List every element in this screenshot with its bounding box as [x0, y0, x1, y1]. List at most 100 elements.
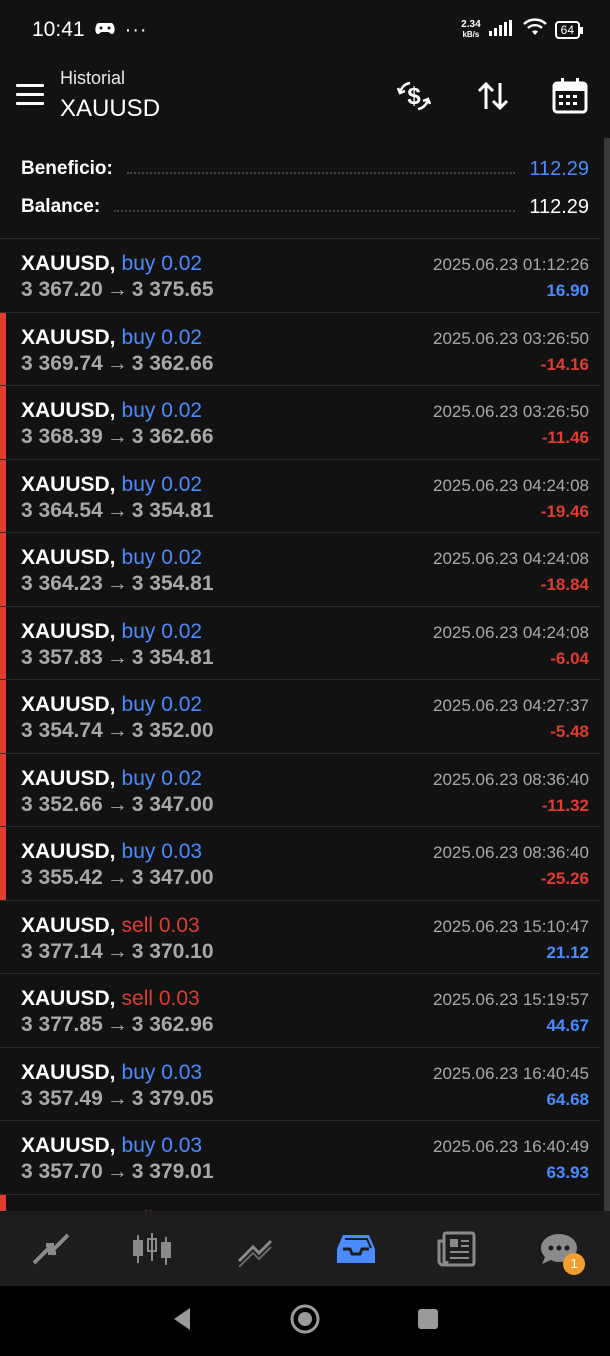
trade-row[interactable]: XAUUSD, sell 0.03 3 377.85 → 3 362.96 2025.06… [0, 974, 600, 1048]
trade-side-volume: buy 0.02 [121, 325, 203, 349]
trade-prices: 3 352.66 → 3 347.00 [21, 793, 214, 817]
trade-time: 2025.06.23 04:24:08 [433, 622, 589, 642]
trade-row[interactable]: XAUUSD, buy 0.03 3 357.49 → 3 379.05 2025.06.… [0, 1048, 600, 1121]
trade-side-volume: buy 0.02 [121, 472, 203, 496]
trade-profit: -6.04 [550, 648, 589, 668]
trade-side-volume: buy 0.03 [121, 1134, 203, 1157]
calendar-icon[interactable] [550, 76, 590, 116]
sort-icon[interactable] [473, 76, 513, 116]
close-price: 3 347.00 [131, 792, 214, 816]
trade-symbol: XAUUSD, [21, 693, 116, 716]
trade-side-volume: buy 0.02 [121, 399, 203, 422]
open-price: 3 364.23 [21, 572, 103, 595]
trade-row[interactable]: XAUUSD, sell 0.03 3 377.14 → 3 370.10 2025.06… [0, 901, 600, 974]
trade-symbol: XAUUSD, [21, 766, 116, 790]
trade-side-volume: sell 0.03 [121, 913, 200, 937]
open-price: 3 357.70 [21, 1160, 103, 1183]
trade-row[interactable]: XAUUSD, buy 0.02 3 352.66 → 3 347.00 2025.06.… [0, 753, 600, 827]
trade-symbol-line: XAUUSD,sell 0.03 [21, 987, 200, 1011]
chat-icon[interactable]: 1 [529, 1219, 589, 1279]
trade-profit: -18.84 [540, 575, 589, 594]
trade-prices: 3 364.54 → 3 354.81 [21, 499, 214, 523]
trade-symbol: XAUUSD, [21, 1060, 116, 1084]
trade-row[interactable]: XAUUSD, buy 0.02 3 369.74 → 3 362.66 2025.06.… [0, 312, 600, 386]
clock: 10:41 [32, 18, 85, 41]
account-summary: Beneficio: 112.29 Balance: 112.29 [0, 140, 600, 239]
scrollbar[interactable] [604, 138, 610, 1213]
arrow-right-icon: → [106, 572, 128, 595]
trade-prices: 3 377.85 → 3 362.96 [21, 1013, 214, 1037]
trade-row[interactable]: XAUUSD, buy 0.02 3 357.83 → 3 354.81 2025.06.… [0, 606, 600, 680]
trade-symbol: XAUUSD, [21, 472, 116, 496]
open-price: 3 354.74 [21, 719, 103, 742]
profit-row: Beneficio: 112.29 [21, 154, 589, 184]
trade-history-list[interactable]: XAUUSD, buy 0.02 3 367.20 → 3 375.65 2025.06.… [0, 239, 600, 1211]
trade-time: 2025.06.23 08:36:40 [433, 769, 589, 789]
currency-exchange-icon[interactable]: $ [394, 76, 434, 116]
trade-profit: 63.93 [546, 1163, 589, 1182]
page-title[interactable]: XAUUSD [60, 95, 160, 123]
arrow-right-icon: → [106, 351, 128, 375]
trade-symbol-line: XAUUSD, buy 0.02 [21, 399, 202, 423]
loss-marker [0, 680, 6, 753]
trade-row[interactable]: XAUUSD, buy 0.02 3 364.54 → 3 354.81 2025.06.… [0, 459, 600, 533]
trade-time: 2025.06.23 03:26:50 [433, 328, 589, 348]
menu-button[interactable] [16, 84, 44, 106]
trade-prices: 3 377.14 → 3 370.10 [21, 940, 214, 964]
open-price: 3 364.54 [21, 498, 103, 522]
trade-row[interactable]: XAUUSD, buy 0.02 3 368.39 → 3 362.66 2025.06.… [0, 386, 600, 460]
trade-symbol-line: XAUUSD, buy 0.02 [21, 620, 202, 644]
trade-time: 2025.06.23 01:12:26 [433, 255, 589, 274]
trade-side-volume: buy 0.02 [121, 619, 203, 643]
arrow-right-icon: → [106, 278, 128, 301]
trade-prices: 3 368.39 → 3 362.66 [21, 425, 214, 449]
arrow-right-icon: → [106, 1086, 128, 1110]
page-subtitle: Historial [60, 68, 126, 88]
signal-icon [488, 19, 515, 42]
close-price: 3 362.66 [131, 425, 214, 448]
open-price: 3 355.42 [21, 866, 103, 889]
loss-marker [0, 533, 6, 606]
trade-icon[interactable] [224, 1219, 284, 1279]
trade-side-volume: buy 0.03 [121, 840, 203, 863]
trade-row[interactable]: XAUUSD, buy 0.02 3 364.23 → 3 354.81 2025.06.… [0, 533, 600, 607]
trade-time: 2025.06.23 04:24:08 [433, 475, 589, 495]
trade-symbol-line: XAUUSD, buy 0.03 [21, 1061, 202, 1085]
quotes-icon[interactable] [21, 1219, 81, 1279]
chart-icon[interactable] [122, 1219, 182, 1279]
trade-symbol-line: XAUUSD, buy 0.02 [21, 252, 202, 276]
trade-prices: 3 364.23 → 3 354.81 [21, 572, 214, 596]
dotted-leader [114, 210, 516, 212]
recents-icon[interactable] [416, 1307, 440, 1336]
trade-row[interactable]: XAUUSD, buy 0.02 3 367.20 → 3 375.65 2025.06.… [0, 239, 600, 313]
close-price: 3 375.65 [131, 278, 214, 301]
arrow-right-icon: → [106, 719, 128, 742]
arrow-right-icon: → [106, 1160, 128, 1183]
trade-side-volume: buy 0.02 [121, 252, 203, 275]
trade-row[interactable]: XAUUSD, buy 0.02 3 354.74 → 3 352.00 2025.06.… [0, 680, 600, 754]
trade-row[interactable]: XAUUSD,sell 0.03 [0, 1194, 600, 1211]
trade-profit: -5.48 [550, 722, 589, 741]
game-controller-icon [94, 19, 115, 42]
loss-marker [0, 386, 6, 459]
home-icon[interactable] [289, 1303, 321, 1340]
ellipsis-icon: ··· [124, 18, 148, 41]
back-icon[interactable] [170, 1306, 194, 1337]
trade-prices: 3 354.74 → 3 352.00 [21, 719, 214, 743]
loss-marker [0, 312, 6, 385]
trade-time: 2025.06.23 15:19:57 [433, 990, 589, 1009]
trade-symbol: XAUUSD, [21, 252, 116, 275]
trade-row[interactable]: XAUUSD, buy 0.03 3 357.70 → 3 379.01 2025.06.… [0, 1121, 600, 1195]
balance-label: Balance: [21, 196, 101, 217]
balance-row: Balance: 112.29 [21, 192, 589, 222]
trade-time: 2025.06.23 15:10:47 [433, 916, 589, 936]
trade-symbol: XAUUSD, [21, 840, 116, 863]
news-icon[interactable] [427, 1219, 487, 1279]
trade-profit: -11.32 [541, 795, 589, 815]
loss-marker [0, 753, 6, 826]
history-icon[interactable] [326, 1219, 386, 1279]
trade-row[interactable]: XAUUSD, buy 0.03 3 355.42 → 3 347.00 2025.06.… [0, 827, 600, 901]
trade-prices: 3 369.74 → 3 362.66 [21, 352, 214, 376]
trade-profit: 21.12 [546, 942, 589, 962]
open-price: 3 352.66 [21, 792, 103, 816]
